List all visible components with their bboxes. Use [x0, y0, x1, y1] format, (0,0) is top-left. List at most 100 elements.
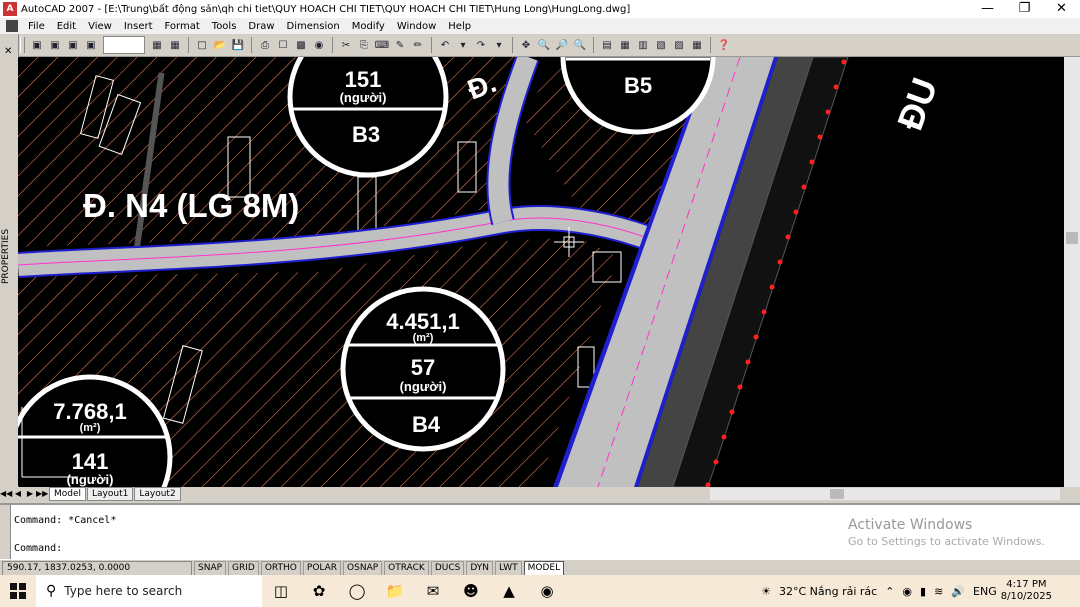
- close-icon[interactable]: ✕: [1043, 0, 1080, 18]
- last-tab-icon[interactable]: ▶▶: [36, 488, 48, 500]
- tray-chevron-icon[interactable]: ⌃: [885, 585, 894, 598]
- menu-view[interactable]: View: [82, 21, 118, 32]
- next-tab-icon[interactable]: ▶: [24, 488, 36, 500]
- restore-icon[interactable]: ❐: [1006, 0, 1043, 18]
- tab-layout2[interactable]: Layout2: [134, 487, 181, 501]
- workspace-icon[interactable]: ▣: [29, 37, 45, 53]
- command-prompt[interactable]: Command:: [14, 543, 62, 554]
- zalo-icon[interactable]: ☻: [452, 575, 490, 607]
- menu-window[interactable]: Window: [391, 21, 442, 32]
- battery-icon[interactable]: ▮: [920, 585, 926, 598]
- lwt-toggle[interactable]: LWT: [495, 560, 522, 576]
- prev-tab-icon[interactable]: ◀: [12, 488, 24, 500]
- menu-tools[interactable]: Tools: [206, 21, 243, 32]
- volume-icon[interactable]: 🔊: [951, 585, 965, 598]
- document-icon[interactable]: [6, 20, 18, 32]
- tray-app-icon[interactable]: ◉: [902, 585, 912, 598]
- properties-icon[interactable]: ▤: [599, 37, 615, 53]
- design-center-icon[interactable]: ▦: [617, 37, 633, 53]
- task-view-icon[interactable]: ◫: [262, 575, 300, 607]
- horizontal-scrollbar[interactable]: [710, 488, 1060, 500]
- palette-close-icon[interactable]: ✕: [4, 46, 12, 57]
- vertical-scrollbar[interactable]: [1064, 57, 1080, 487]
- calculator-icon[interactable]: ▦: [689, 37, 705, 53]
- ducs-toggle[interactable]: DUCS: [430, 560, 465, 576]
- tab-model[interactable]: Model: [49, 487, 87, 501]
- weather-icon[interactable]: ☀: [761, 585, 771, 598]
- menu-modify[interactable]: Modify: [346, 21, 391, 32]
- toolbar-grip[interactable]: [20, 37, 25, 53]
- grid-toggle[interactable]: GRID: [228, 560, 259, 576]
- workspace-dropdown[interactable]: [103, 36, 145, 54]
- menu-dimension[interactable]: Dimension: [281, 21, 346, 32]
- pan-icon[interactable]: ✥: [518, 37, 534, 53]
- redo-dropdown-icon[interactable]: ▾: [491, 37, 507, 53]
- taskbar-clock[interactable]: 4:17 PM 8/10/2025: [1001, 579, 1052, 603]
- drawing-viewport[interactable]: 151 (người) B3 B5 4.451,1 (m²) 57 (người…: [18, 57, 1064, 487]
- help-icon[interactable]: ❓: [716, 37, 732, 53]
- properties-palette-bar[interactable]: ✕ PROPERTIES: [0, 34, 19, 344]
- undo-dropdown-icon[interactable]: ▾: [455, 37, 471, 53]
- chrome-icon[interactable]: ◉: [528, 575, 566, 607]
- save-icon[interactable]: 💾: [230, 37, 246, 53]
- menu-insert[interactable]: Insert: [118, 21, 159, 32]
- model-toggle[interactable]: MODEL: [523, 560, 565, 576]
- command-window[interactable]: Command: *Cancel* Command: Activate Wind…: [0, 503, 1080, 559]
- workspace-icon-3[interactable]: ▣: [65, 37, 81, 53]
- otrack-toggle[interactable]: OTRACK: [384, 560, 429, 576]
- block-editor-icon[interactable]: ✏: [410, 37, 426, 53]
- print-preview-icon[interactable]: ☐: [275, 37, 291, 53]
- edge-icon[interactable]: ◯: [338, 575, 376, 607]
- copy-icon[interactable]: ⎘: [356, 37, 372, 53]
- menu-draw[interactable]: Draw: [242, 21, 280, 32]
- ortho-toggle[interactable]: ORTHO: [260, 560, 301, 576]
- redo-icon[interactable]: ↷: [473, 37, 489, 53]
- open-icon[interactable]: 📂: [212, 37, 228, 53]
- workspace-icon-4[interactable]: ▣: [83, 37, 99, 53]
- command-history: Command: *Cancel*: [14, 515, 117, 526]
- workspace-icon-2[interactable]: ▣: [47, 37, 63, 53]
- weather-text[interactable]: 32°C Nắng rải rác: [779, 585, 877, 598]
- start-button[interactable]: [0, 575, 36, 607]
- dyn-toggle[interactable]: DYN: [466, 560, 494, 576]
- publish-web-icon[interactable]: ◉: [311, 37, 327, 53]
- horizontal-scroll-thumb[interactable]: [830, 489, 844, 499]
- vertical-scroll-thumb[interactable]: [1066, 232, 1078, 244]
- autocad-app-icon[interactable]: A: [3, 2, 17, 16]
- match-properties-icon[interactable]: ✎: [392, 37, 408, 53]
- tab-layout1[interactable]: Layout1: [87, 487, 134, 501]
- first-tab-icon[interactable]: ◀◀: [0, 488, 12, 500]
- sheet-set-icon[interactable]: ▧: [653, 37, 669, 53]
- menu-edit[interactable]: Edit: [51, 21, 82, 32]
- polar-toggle[interactable]: POLAR: [302, 560, 342, 576]
- menu-format[interactable]: Format: [159, 21, 206, 32]
- print-icon[interactable]: ⎙: [257, 37, 273, 53]
- snap-toggle[interactable]: SNAP: [194, 560, 227, 576]
- zoom-realtime-icon[interactable]: 🔍: [536, 37, 552, 53]
- zoom-window-icon[interactable]: 🔎: [554, 37, 570, 53]
- markup-icon[interactable]: ▨: [671, 37, 687, 53]
- properties-label: PROPERTIES: [1, 228, 11, 284]
- zoom-previous-icon[interactable]: 🔍: [572, 37, 588, 53]
- osnap-toggle[interactable]: OSNAP: [343, 560, 383, 576]
- language-indicator[interactable]: ENG: [973, 585, 997, 598]
- cut-icon[interactable]: ✂: [338, 37, 354, 53]
- new-icon[interactable]: □: [194, 37, 210, 53]
- autocad-taskbar-icon[interactable]: ▲: [490, 575, 528, 607]
- file-explorer-icon[interactable]: 📁: [376, 575, 414, 607]
- menu-help[interactable]: Help: [442, 21, 477, 32]
- undo-icon[interactable]: ↶: [437, 37, 453, 53]
- paste-icon[interactable]: ⌨: [374, 37, 390, 53]
- command-window-grip[interactable]: [0, 505, 11, 559]
- network-icon[interactable]: ≋: [934, 585, 943, 598]
- taskbar-search[interactable]: ⚲ Type here to search: [36, 575, 262, 607]
- tool-palettes-icon[interactable]: ▥: [635, 37, 651, 53]
- workspace-settings-icon[interactable]: ▦: [149, 37, 165, 53]
- workspace-save-icon[interactable]: ▦: [167, 37, 183, 53]
- coordinate-readout[interactable]: 590.17, 1837.0253, 0.0000: [2, 560, 192, 576]
- minimize-icon[interactable]: —: [969, 0, 1006, 18]
- menu-file[interactable]: File: [22, 21, 51, 32]
- outlook-icon[interactable]: ✉: [414, 575, 452, 607]
- publish-icon[interactable]: ▩: [293, 37, 309, 53]
- copilot-icon[interactable]: ✿: [300, 575, 338, 607]
